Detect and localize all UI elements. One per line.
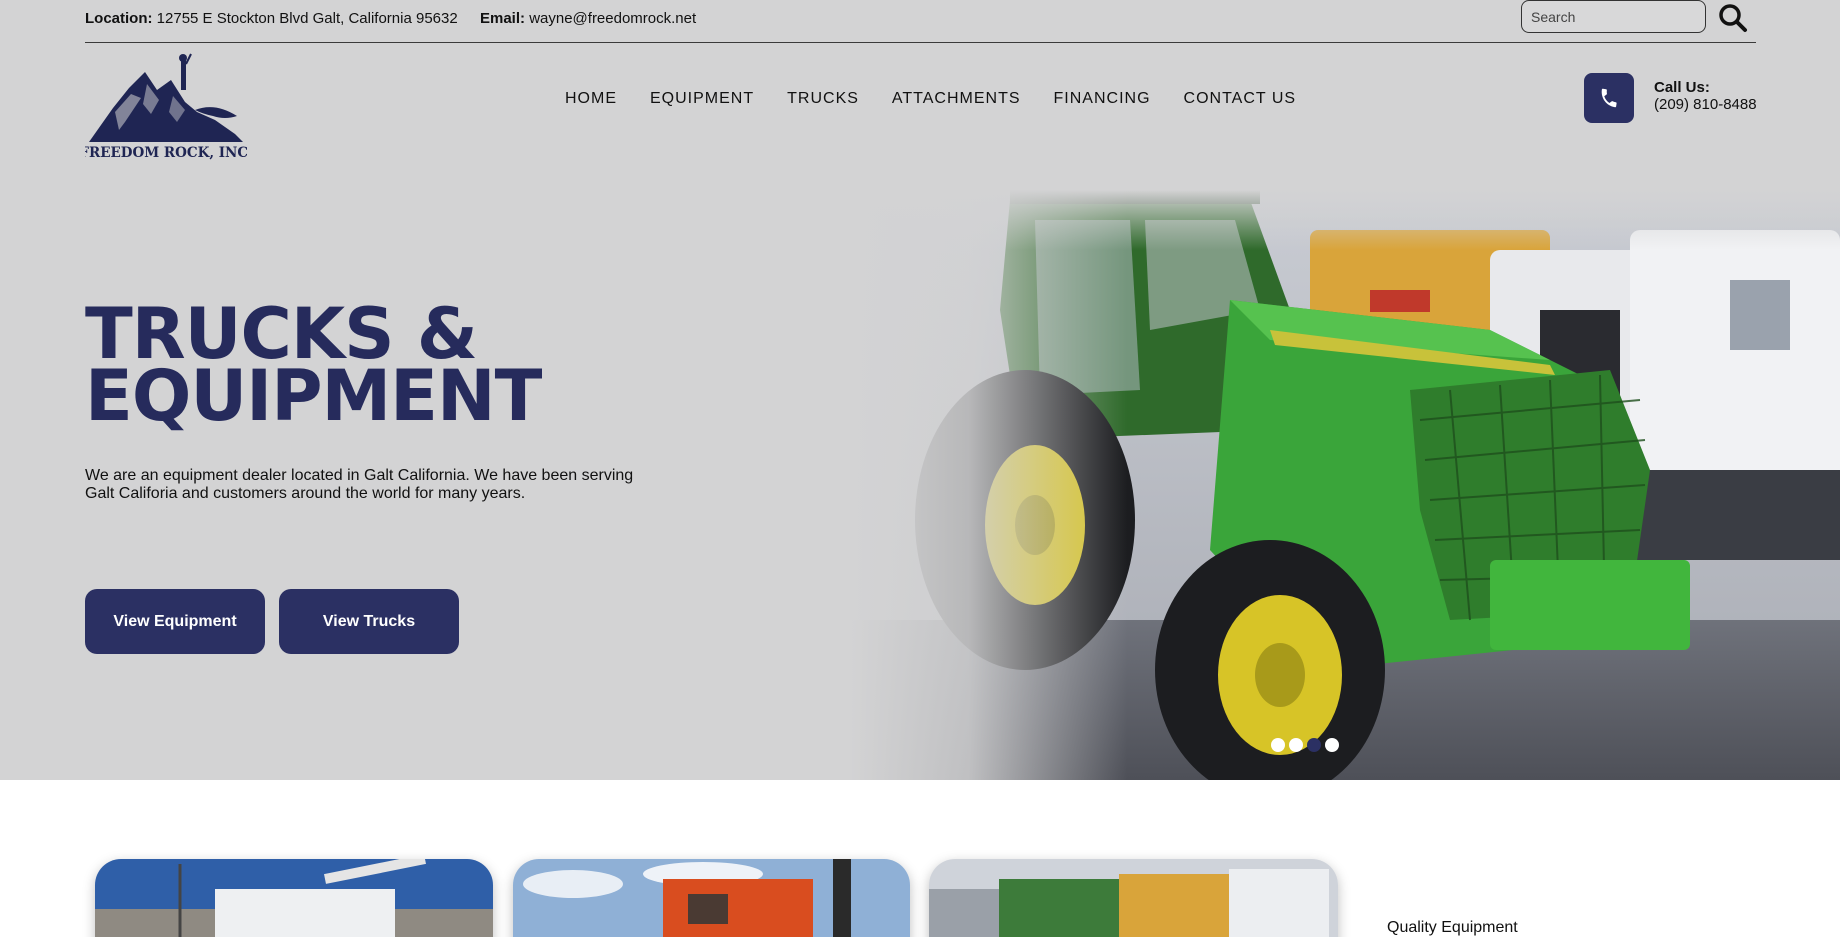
search-icon[interactable]	[1717, 2, 1749, 34]
feature-card-tractors[interactable]	[929, 859, 1338, 937]
slider-dot-2[interactable]	[1289, 738, 1303, 752]
nav-trucks[interactable]: TRUCKS	[787, 90, 859, 108]
feature-card-equipment-image	[513, 859, 910, 937]
location-label: Location:	[85, 10, 153, 27]
email-label: Email:	[480, 10, 526, 27]
feature-card-trucks-image	[95, 859, 493, 937]
hero-title: TRUCKS & EQUIPMENT	[85, 299, 685, 431]
hero-image-fade	[850, 190, 1840, 780]
call-phone-number[interactable]: (209) 810-8488	[1654, 96, 1757, 113]
feature-card-equipment[interactable]	[513, 859, 910, 937]
slider-dot-3[interactable]	[1307, 738, 1321, 752]
feature-card-tractors-image	[929, 859, 1338, 937]
view-equipment-button[interactable]: View Equipment	[85, 589, 265, 654]
call-us-label: Call Us:	[1654, 79, 1710, 96]
hero-title-line2: EQUIPMENT	[85, 355, 542, 437]
location-value: 12755 E Stockton Blvd Galt, California 9…	[156, 10, 458, 27]
nav-financing[interactable]: FINANCING	[1054, 90, 1151, 108]
slider-dot-4[interactable]	[1325, 738, 1339, 752]
nav-attachments[interactable]: ATTACHMENTS	[892, 90, 1021, 108]
nav-home[interactable]: HOME	[565, 90, 617, 108]
freedom-rock-logo[interactable]: FREEDOM ROCK, INC.	[79, 50, 253, 162]
email-link[interactable]: wayne@freedomrock.net	[529, 10, 696, 27]
hero-image-fade-top	[850, 190, 1840, 250]
top-contact-bar: Location: 12755 E Stockton Blvd Galt, Ca…	[85, 0, 1756, 43]
hero-description: We are an equipment dealer located in Ga…	[85, 467, 634, 502]
main-nav: HOME EQUIPMENT TRUCKS ATTACHMENTS FINANC…	[565, 90, 1329, 108]
quality-equipment-label: Quality Equipment	[1387, 919, 1518, 936]
view-trucks-button[interactable]: View Trucks	[279, 589, 459, 654]
feature-card-trucks[interactable]	[95, 859, 493, 937]
hero-slider-dots	[1271, 738, 1339, 752]
nav-contact-us[interactable]: CONTACT US	[1184, 90, 1297, 108]
location-info: Location: 12755 E Stockton Blvd Galt, Ca…	[85, 10, 458, 27]
phone-icon	[1601, 88, 1617, 108]
slider-dot-1[interactable]	[1271, 738, 1285, 752]
logo-text: FREEDOM ROCK, INC.	[85, 145, 247, 161]
email-info: Email: wayne@freedomrock.net	[480, 10, 696, 27]
nav-equipment[interactable]: EQUIPMENT	[650, 90, 754, 108]
call-button[interactable]	[1584, 73, 1634, 123]
search-input[interactable]	[1521, 0, 1706, 33]
